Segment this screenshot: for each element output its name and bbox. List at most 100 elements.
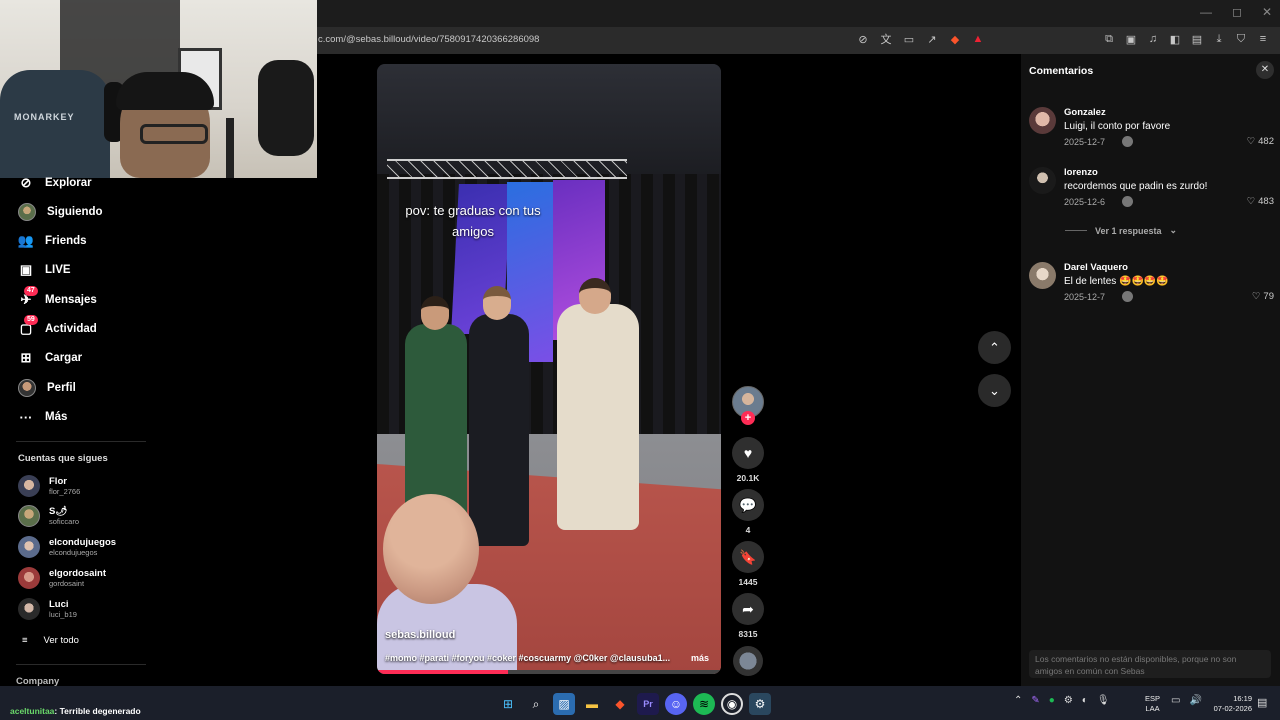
video-player[interactable]: pov: te graduas con tus amigos sebas.bil… bbox=[377, 64, 721, 674]
cast-icon[interactable]: ▭ bbox=[902, 32, 916, 46]
comment-like-button[interactable]: ♡ 79 bbox=[1252, 291, 1274, 302]
avatar[interactable] bbox=[1029, 262, 1056, 289]
photos-icon[interactable]: ▨ bbox=[553, 693, 575, 715]
comment-author[interactable]: Darel Vaquero bbox=[1064, 262, 1128, 273]
comment-like-button[interactable]: ♡ 482 bbox=[1247, 136, 1274, 147]
search-icon[interactable]: ⌕ bbox=[525, 693, 547, 715]
clock[interactable]: 16:19 07-02-2026 bbox=[1206, 694, 1252, 714]
save-button[interactable]: 🔖 bbox=[732, 541, 764, 573]
following-account-s[interactable]: S🌶 soficcaro bbox=[18, 505, 79, 527]
tray-app-icon[interactable]: ● bbox=[1049, 695, 1055, 706]
left-sidebar: ⊘ Explorar Siguiendo 👥 Friends ▣ LIVE ✈ 4… bbox=[0, 175, 165, 687]
comment-author[interactable]: Gonzalez bbox=[1064, 107, 1106, 118]
avatar bbox=[18, 203, 36, 221]
follow-plus-icon[interactable]: + bbox=[741, 411, 755, 425]
see-all-link[interactable]: ≡ Ver todo bbox=[22, 635, 79, 646]
maximize-button[interactable]: ◻ bbox=[1232, 5, 1242, 19]
sidebar-icon[interactable]: ◧ bbox=[1168, 32, 1182, 46]
music-disc-icon[interactable] bbox=[733, 646, 763, 676]
sidebar-item-siguiendo[interactable]: Siguiendo bbox=[18, 203, 103, 221]
reply-avatar-icon[interactable] bbox=[1122, 136, 1133, 147]
cam-chair bbox=[0, 70, 110, 178]
url-field[interactable]: c.com/@sebas.billoud/video/7580917420366… bbox=[318, 34, 539, 45]
sidebar-item-label: Más bbox=[45, 411, 68, 423]
following-account-elcondujuegos[interactable]: elcondujuegos elcondujuegos bbox=[18, 536, 116, 558]
lang-layout: LAA bbox=[1145, 704, 1160, 713]
avatar[interactable] bbox=[1029, 107, 1056, 134]
chevron-down-icon: ⌄ bbox=[1169, 225, 1178, 235]
close-comments-button[interactable]: ✕ bbox=[1256, 61, 1274, 79]
windows-start-icon[interactable]: ⊞ bbox=[497, 693, 519, 715]
volume-icon[interactable]: 🔊 bbox=[1189, 695, 1201, 706]
reply-avatar-icon[interactable] bbox=[1122, 291, 1133, 302]
sidebar-item-friends[interactable]: 👥 Friends bbox=[18, 233, 87, 249]
tray-app-icon[interactable]: ✎ bbox=[1031, 695, 1039, 706]
following-account-luci[interactable]: Luci luci_b19 bbox=[18, 598, 77, 620]
tray-app-icon[interactable]: ◐ bbox=[1082, 695, 1088, 706]
language-indicator[interactable]: ESP LAA bbox=[1145, 694, 1160, 714]
video-ceiling bbox=[377, 64, 721, 174]
tab-search-icon[interactable]: ▣ bbox=[1124, 32, 1138, 46]
previous-video-button[interactable]: ⌃ bbox=[978, 331, 1011, 364]
sidebar-item-perfil[interactable]: Perfil bbox=[18, 379, 76, 397]
premiere-icon[interactable]: Pr bbox=[637, 693, 659, 715]
sidebar-item-cargar[interactable]: ⊞ Cargar bbox=[18, 350, 83, 366]
sidebar-item-label: Explorar bbox=[45, 177, 92, 189]
account-name: elcondujuegos bbox=[49, 536, 117, 548]
status-icons: ▭ 🔊 bbox=[1171, 695, 1202, 706]
spotify-icon[interactable]: ≋ bbox=[693, 693, 715, 715]
following-account-elgordosaint[interactable]: elgordosaint gordosaint bbox=[18, 567, 106, 589]
comment-like-button[interactable]: ♡ 483 bbox=[1247, 196, 1274, 207]
video-description[interactable]: #momo #parati #foryou #coker #coscuarmy … bbox=[385, 653, 670, 663]
steam-icon[interactable]: ⚙ bbox=[749, 693, 771, 715]
translate-icon[interactable]: 文 bbox=[879, 32, 893, 46]
minimize-button[interactable]: — bbox=[1200, 5, 1212, 19]
wallet-icon[interactable]: ▤ bbox=[1190, 32, 1204, 46]
tray-chevron-up-icon[interactable]: ⌃ bbox=[1014, 695, 1022, 706]
discord-icon[interactable]: ☺ bbox=[665, 693, 687, 715]
video-progress-bar[interactable] bbox=[377, 670, 721, 674]
microphone-icon[interactable]: 🎙 bbox=[1097, 695, 1110, 706]
close-window-button[interactable]: ✕ bbox=[1262, 5, 1272, 19]
view-replies-button[interactable]: Ver 1 respuesta ⌄ bbox=[1065, 225, 1177, 236]
reply-avatar-icon[interactable] bbox=[1122, 196, 1133, 207]
like-button[interactable]: ♥ bbox=[732, 437, 764, 469]
file-explorer-icon[interactable]: ▬ bbox=[581, 693, 603, 715]
comment-author[interactable]: lorenzo bbox=[1064, 167, 1098, 178]
obs-icon[interactable]: ◉ bbox=[721, 693, 743, 715]
cam-mic-arm bbox=[226, 118, 234, 178]
comment-text: Luigi, il conto por favore bbox=[1064, 121, 1171, 132]
next-video-button[interactable]: ⌄ bbox=[978, 374, 1011, 407]
music-icon[interactable]: ♫ bbox=[1146, 32, 1160, 46]
extensions-icon[interactable]: ⧉ bbox=[1102, 32, 1116, 46]
download-icon[interactable]: ⤓ bbox=[1212, 32, 1226, 46]
notification-icon[interactable]: ▤ bbox=[1257, 696, 1267, 709]
share-icon[interactable]: ↗ bbox=[925, 32, 939, 46]
windows-taskbar: aceltunitaa: Terrible degenerado ⊞ ⌕ ▨ ▬… bbox=[0, 686, 1280, 720]
sidebar-item-mensajes[interactable]: ✈ 47 Mensajes bbox=[18, 286, 97, 308]
video-author[interactable]: sebas.billoud bbox=[385, 629, 455, 641]
following-title: Cuentas que sigues bbox=[18, 453, 108, 464]
rewards-icon[interactable]: ▲ bbox=[971, 32, 985, 46]
brave-shield-icon[interactable]: ◆ bbox=[948, 32, 962, 46]
account-name: Luci bbox=[49, 598, 69, 610]
messages-icon: ✈ 47 bbox=[18, 286, 38, 308]
tray-steam-icon[interactable]: ⚙ bbox=[1064, 695, 1073, 706]
sidebar-item-live[interactable]: ▣ LIVE bbox=[18, 262, 71, 278]
brave-browser-icon[interactable]: ◆ bbox=[609, 693, 631, 715]
friends-icon: 👥 bbox=[17, 233, 35, 248]
more-button[interactable]: más bbox=[691, 653, 709, 663]
mute-icon[interactable]: ⊘ bbox=[856, 32, 870, 46]
network-icon[interactable]: ▭ bbox=[1171, 695, 1180, 706]
webcam-overlay: MONARKEY bbox=[0, 0, 317, 178]
sidebar-item-explorar[interactable]: ⊘ Explorar bbox=[18, 175, 92, 191]
following-account-flor[interactable]: Flor flor_2766 bbox=[18, 475, 80, 497]
toolbar-icons: ⧉ ▣ ♫ ◧ ▤ ⤓ ⛉ ≡ bbox=[1102, 32, 1270, 46]
avatar[interactable] bbox=[1029, 167, 1056, 194]
menu-icon[interactable]: ≡ bbox=[1256, 32, 1270, 46]
sidebar-item-mas[interactable]: ··· Más bbox=[18, 409, 68, 425]
comment-button[interactable]: 💬 bbox=[732, 489, 764, 521]
sidebar-item-actividad[interactable]: ▢ 59 Actividad bbox=[18, 315, 97, 337]
vpn-icon[interactable]: ⛉ bbox=[1234, 32, 1248, 46]
share-button[interactable]: ➦ bbox=[732, 593, 764, 625]
